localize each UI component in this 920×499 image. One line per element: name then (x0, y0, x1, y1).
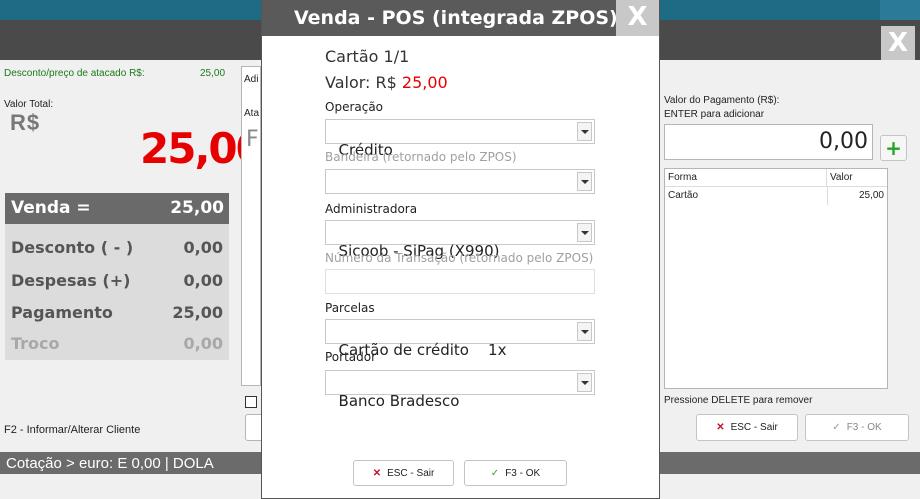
summary-value: 0,00 (183, 238, 223, 257)
summary-label: Despesas (+) (11, 271, 131, 290)
middle-checkbox[interactable] (245, 396, 257, 408)
summary-label: Troco (11, 334, 60, 353)
chevron-down-icon[interactable] (577, 322, 592, 341)
summary-value: 0,00 (183, 271, 223, 290)
acquirer-label: Administradora (325, 202, 418, 216)
summary-value: 25,00 (172, 303, 223, 322)
dialog-close-button[interactable]: X (616, 0, 659, 36)
payment-amount-label: Valor do Pagamento (R$): (664, 95, 780, 106)
amount-value: 25,00 (401, 73, 448, 92)
middle-label-1: Adi (244, 74, 259, 85)
top-bar-corner (880, 0, 920, 20)
dialog-cancel-label: ESC - Sair (387, 468, 435, 479)
sale-total-bar: Venda = 25,00 (5, 193, 229, 224)
middle-field-text: F (246, 127, 259, 152)
chevron-down-icon[interactable] (577, 172, 592, 191)
operation-label: Operação (325, 100, 384, 114)
close-icon: ✕ (372, 468, 382, 479)
holder-select[interactable]: Banco Bradesco (325, 370, 595, 410)
summary-box: Desconto ( - ) 0,00 Despesas (+) 0,00 Pa… (5, 224, 229, 360)
brand-label: Bandeira (retornado pelo ZPOS) (325, 150, 517, 164)
ok-button-disabled[interactable]: ✓ F3 - OK (805, 414, 909, 441)
payments-table[interactable]: Forma Valor Cartão 25,00 (664, 168, 888, 389)
column-header-forma: Forma (668, 172, 697, 183)
discount-value: 25,00 (200, 68, 226, 79)
add-payment-button[interactable]: + (880, 135, 907, 161)
exit-button-label: ESC - Sair (730, 422, 778, 433)
installments-label: Parcelas (325, 301, 375, 315)
ok-button-label: F3 - OK (846, 422, 882, 433)
delete-hint: Pressione DELETE para remover (664, 395, 813, 406)
card-counter: Cartão 1/1 (325, 47, 410, 66)
column-divider (826, 169, 827, 186)
summary-value: 0,00 (183, 334, 223, 353)
table-cell-forma[interactable]: Cartão (668, 190, 698, 201)
dialog-cancel-button[interactable]: ✕ ESC - Sair (353, 460, 454, 486)
discount-label: Desconto/preço de atacado R$: (4, 68, 145, 79)
exit-button[interactable]: ✕ ESC - Sair (696, 414, 798, 441)
table-cell-valor[interactable]: 25,00 (827, 187, 887, 205)
middle-label-2: Ata (244, 108, 260, 119)
summary-label: Desconto ( - ) (11, 238, 134, 257)
payment-enter-hint: ENTER para adicionar (664, 109, 765, 120)
summary-row-discount: Desconto ( - ) 0,00 (11, 238, 223, 257)
amount-line: Valor: R$ 25,00 (325, 73, 448, 92)
sale-total-label: Venda = (11, 198, 91, 218)
chevron-down-icon[interactable] (577, 373, 592, 392)
summary-row-payment: Pagamento 25,00 (11, 303, 223, 322)
total-label: Valor Total: (4, 99, 54, 110)
acquirer-select[interactable]: Sicoob - SiPag (X990) (325, 220, 595, 260)
transaction-number-label: Número da Transação (retornado pelo ZPOS… (325, 251, 594, 265)
operation-select[interactable]: Crédito (325, 119, 595, 159)
holder-label: Portador (325, 350, 377, 364)
currency-symbol: R$ (10, 110, 41, 135)
transaction-number-input[interactable] (325, 269, 595, 294)
close-icon: ✕ (716, 422, 725, 433)
payment-amount-input[interactable]: 0,00 (664, 124, 873, 160)
payment-label: Valor do Pagamento (R$): ENTER para adic… (664, 94, 779, 122)
installments-select[interactable]: Cartão de crédito 1x (325, 319, 595, 359)
check-icon: ✓ (832, 422, 841, 433)
summary-row-expenses: Despesas (+) 0,00 (11, 271, 223, 290)
dialog-ok-button[interactable]: ✓ F3 - OK (464, 460, 567, 486)
check-icon: ✓ (490, 468, 500, 479)
column-header-valor: Valor (830, 172, 853, 183)
chevron-down-icon[interactable] (577, 122, 592, 141)
dialog-title: Venda - POS (integrada ZPOS) (262, 0, 618, 36)
amount-label: Valor: R$ (325, 73, 402, 92)
sale-total-value: 25,00 (170, 198, 224, 218)
background-close-button[interactable]: X (881, 26, 915, 60)
summary-row-change: Troco 0,00 (11, 334, 223, 353)
brand-select[interactable] (325, 169, 595, 194)
dialog-ok-label: F3 - OK (505, 468, 541, 479)
holder-value: Banco Bradesco (338, 392, 460, 410)
f2-customer-hint: F2 - Informar/Alterar Cliente (4, 424, 141, 436)
chevron-down-icon[interactable] (577, 223, 592, 242)
summary-label: Pagamento (11, 303, 113, 322)
